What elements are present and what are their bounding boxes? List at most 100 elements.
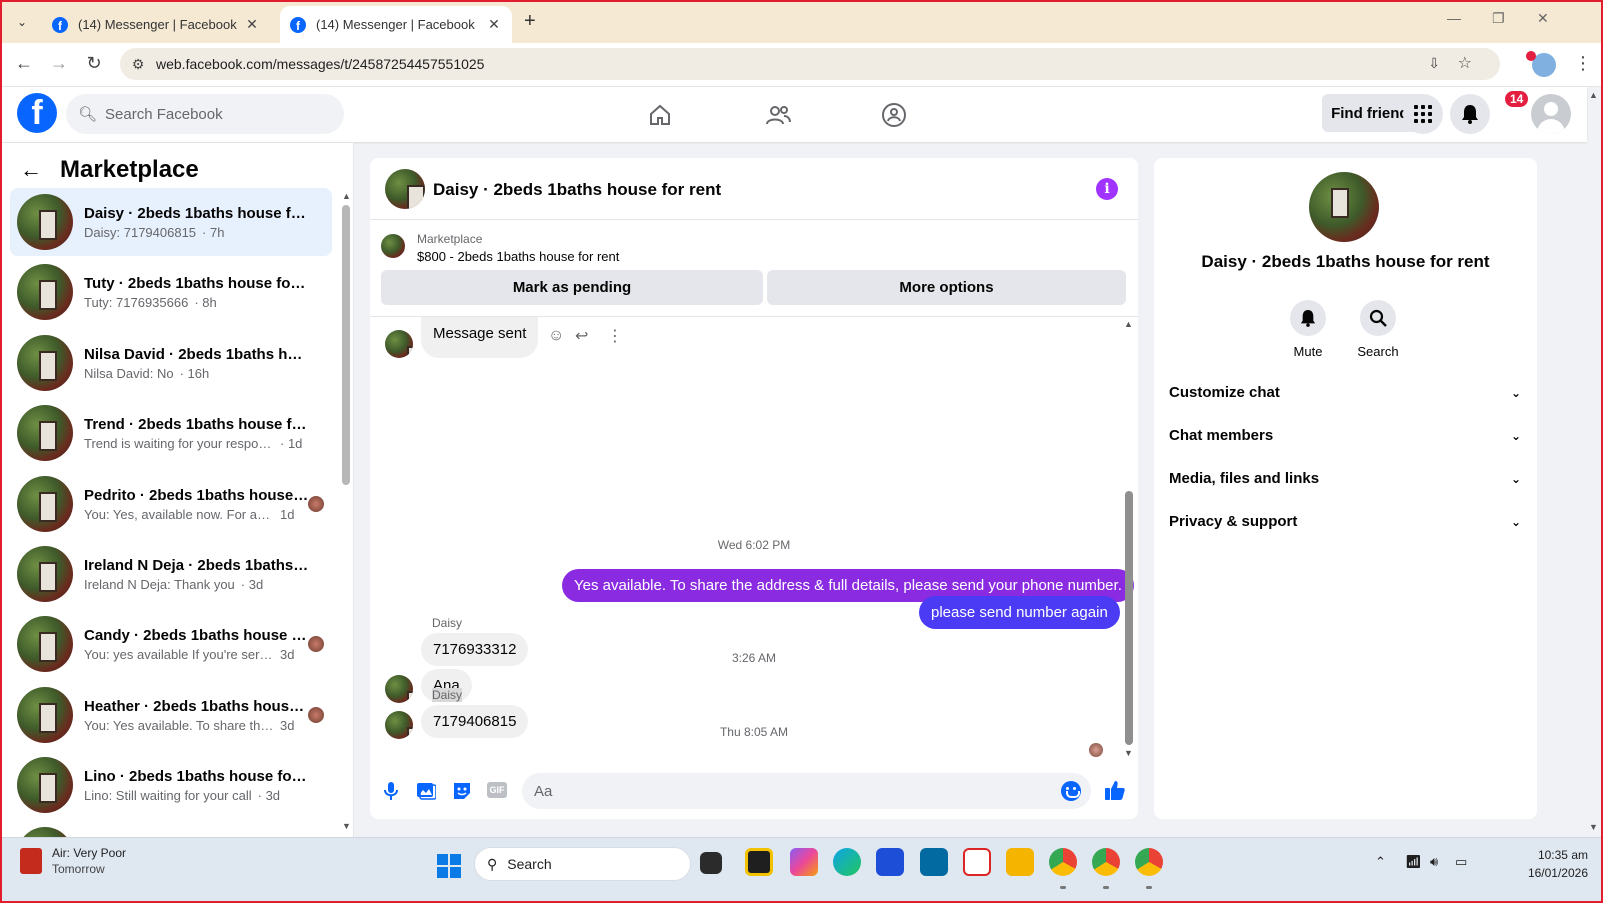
conversation-item[interactable]: Heather · 2beds 1baths house ... You: Ye…: [10, 681, 332, 749]
snipping-tool-icon[interactable]: [963, 848, 991, 876]
chrome-profile-icon[interactable]: [1135, 848, 1163, 876]
close-window-icon[interactable]: ✕: [1537, 10, 1549, 27]
chrome-profile-icon[interactable]: [1049, 848, 1077, 876]
emoji-icon[interactable]: [1061, 781, 1081, 801]
mute-button[interactable]: Mute: [1273, 300, 1343, 359]
more-actions-icon[interactable]: ⋮: [607, 326, 623, 346]
conversation-name: Pedrito · 2beds 1baths house f...: [84, 486, 309, 504]
conversation-item[interactable]: Candy · 2beds 1baths house f... You: yes…: [10, 610, 332, 678]
scroll-up-arrow-icon[interactable]: ▲: [342, 191, 351, 201]
wifi-icon[interactable]: 📶︎: [1405, 854, 1422, 870]
conversation-preview: You: Yes, available now. For addr...: [84, 506, 274, 522]
site-settings-icon[interactable]: ⚙: [120, 56, 156, 73]
facebook-search-input[interactable]: 🔍︎ Search Facebook: [66, 94, 344, 134]
home-icon[interactable]: [646, 101, 674, 129]
forward-icon[interactable]: →: [47, 53, 71, 74]
privacy-support-section[interactable]: Privacy & support ⌄: [1169, 513, 1521, 530]
page-scroll-down-arrow-icon[interactable]: ▼: [1589, 822, 1598, 832]
friends-icon[interactable]: [764, 101, 792, 129]
listing-thumbnail: [17, 264, 73, 320]
conversation-item[interactable]: Ireland N Deja · 2beds 1baths ho... Irel…: [10, 540, 332, 608]
mark-as-pending-button[interactable]: Mark as pending: [381, 270, 763, 305]
taskbar-search-input[interactable]: ⚲ Search: [474, 847, 691, 881]
close-tab-icon[interactable]: ✕: [244, 16, 260, 33]
browser-tab-active[interactable]: f (14) Messenger | Facebook ✕: [280, 6, 512, 43]
message-input[interactable]: Aa: [522, 773, 1091, 809]
close-tab-icon[interactable]: ✕: [486, 16, 502, 33]
conversation-item[interactable]: Trend · 2beds 1baths house for r... Tren…: [10, 399, 332, 467]
message-bubble-outgoing[interactable]: please send number again: [919, 596, 1120, 629]
conversation-item[interactable]: [10, 821, 332, 837]
conversation-item[interactable]: Daisy · 2beds 1baths house for r... Dais…: [10, 188, 332, 256]
message-bubble[interactable]: Message sent: [421, 317, 539, 358]
reload-icon[interactable]: ↻: [82, 53, 106, 74]
url-bar[interactable]: ⚙ web.facebook.com/messages/t/2458725445…: [120, 48, 1500, 80]
scroll-down-arrow-icon[interactable]: ▼: [342, 821, 351, 831]
message-scrollbar[interactable]: [1125, 491, 1133, 745]
minimize-icon[interactable]: —: [1447, 10, 1461, 26]
media-files-links-section[interactable]: Media, files and links ⌄: [1169, 470, 1521, 487]
task-view-icon[interactable]: [700, 852, 722, 874]
react-emoji-icon[interactable]: ☺: [548, 327, 564, 345]
microphone-icon[interactable]: [380, 780, 402, 802]
system-clock[interactable]: 10:35 am 16/01/2026: [1503, 848, 1588, 880]
conversation-item[interactable]: Nilsa David · 2beds 1baths hous... Nilsa…: [10, 329, 332, 397]
listing-summary[interactable]: Marketplace $800 - 2beds 1baths house fo…: [381, 232, 619, 264]
page-scroll-up-arrow-icon[interactable]: ▲: [1589, 90, 1598, 100]
show-hidden-icons-chevron-icon[interactable]: ⌃: [1375, 854, 1386, 870]
conversation-item[interactable]: Pedrito · 2beds 1baths house f... You: Y…: [10, 470, 332, 538]
reply-icon[interactable]: ↩: [575, 326, 588, 346]
sidebar-scrollbar[interactable]: [342, 205, 350, 485]
photo-icon[interactable]: [415, 780, 437, 802]
chat-members-section[interactable]: Chat members ⌄: [1169, 427, 1521, 444]
browser-tab[interactable]: f (14) Messenger | Facebook ✕: [42, 6, 270, 43]
scroll-down-arrow-icon[interactable]: ▼: [1124, 748, 1133, 758]
bookmark-star-icon[interactable]: ☆: [1458, 53, 1472, 73]
listing-thumbnail: [17, 476, 73, 532]
menu-grid-icon[interactable]: [1403, 94, 1443, 134]
sticker-icon[interactable]: [451, 780, 473, 802]
url-text[interactable]: web.facebook.com/messages/t/245872544575…: [156, 56, 484, 72]
more-options-button[interactable]: More options: [767, 270, 1126, 305]
facebook-logo-icon[interactable]: f: [17, 93, 57, 133]
chat-avatar[interactable]: [385, 169, 425, 209]
chat-panel: Daisy · 2beds 1baths house for rent i Ma…: [370, 158, 1138, 819]
new-tab-button[interactable]: +: [524, 10, 536, 33]
back-arrow-icon[interactable]: ←: [20, 157, 42, 183]
customize-chat-section[interactable]: Customize chat ⌄: [1169, 384, 1521, 401]
outlook-icon[interactable]: [920, 848, 948, 876]
notifications-bell-icon[interactable]: [1450, 94, 1490, 134]
restore-icon[interactable]: ❐: [1492, 10, 1505, 27]
weather-widget[interactable]: Air: Very Poor Tomorrow: [20, 846, 126, 876]
profile-avatar[interactable]: [1309, 172, 1379, 242]
browser-tab-strip: ⌄ f (14) Messenger | Facebook ✕ f (14) M…: [0, 0, 1603, 43]
message-bubble[interactable]: 7179406815: [421, 705, 529, 738]
message-thread: Message sent ☺ ↩ ⋮ Wed 6:02 PM Yes avail…: [370, 317, 1138, 757]
edge-icon[interactable]: [833, 848, 861, 876]
sticky-notes-icon[interactable]: [745, 848, 773, 876]
back-icon[interactable]: ←: [12, 53, 36, 74]
tab-search-dropdown[interactable]: ⌄: [10, 10, 34, 34]
timestamp: Wed 6:02 PM: [717, 538, 791, 552]
volume-icon[interactable]: 🔊︎: [1430, 854, 1438, 870]
chat-title[interactable]: Daisy · 2beds 1baths house for rent: [433, 180, 721, 200]
groups-icon[interactable]: [880, 101, 908, 129]
info-icon[interactable]: i: [1096, 178, 1118, 200]
account-avatar[interactable]: [1531, 94, 1571, 134]
microsoft-store-icon[interactable]: [876, 848, 904, 876]
scroll-up-arrow-icon[interactable]: ▲: [1124, 319, 1133, 329]
copilot-icon[interactable]: [790, 848, 818, 876]
install-app-icon[interactable]: ⇩: [1428, 55, 1440, 72]
gif-icon[interactable]: GIF: [487, 782, 507, 798]
file-explorer-icon[interactable]: [1006, 848, 1034, 876]
chrome-profile-icon[interactable]: [1092, 848, 1120, 876]
conversation-item[interactable]: Tuty · 2beds 1baths house for rent Tuty:…: [10, 258, 332, 326]
conversation-preview: Lino: Still waiting for your call: [84, 787, 252, 803]
windows-start-icon[interactable]: [437, 854, 461, 878]
browser-menu-icon[interactable]: ⋮: [1574, 53, 1592, 74]
search-in-conversation-button[interactable]: Search: [1343, 300, 1413, 359]
thumbs-up-icon[interactable]: [1104, 779, 1126, 801]
battery-icon[interactable]: ▭: [1455, 854, 1467, 870]
conversation-item[interactable]: Lino · 2beds 1baths house for rent Lino:…: [10, 751, 332, 819]
conversation-name: Lino · 2beds 1baths house for rent: [84, 767, 309, 785]
